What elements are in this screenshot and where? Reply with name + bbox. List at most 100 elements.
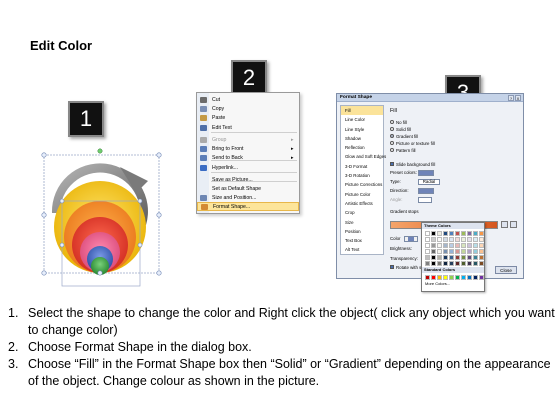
color-swatch[interactable] — [467, 275, 472, 280]
color-swatch[interactable] — [473, 249, 478, 254]
color-swatch[interactable] — [455, 237, 460, 242]
color-swatch[interactable] — [437, 231, 442, 236]
color-swatch[interactable] — [431, 261, 436, 266]
add-stop-button[interactable] — [501, 221, 508, 228]
slide-background-checkbox[interactable]: Slide background fill — [390, 161, 435, 167]
color-swatch[interactable] — [431, 275, 436, 280]
nav-item-position[interactable]: Position — [341, 227, 383, 236]
more-colors-option[interactable]: More Colors... — [422, 281, 484, 286]
color-swatch[interactable] — [425, 237, 430, 242]
fill-option-picture-or-texture-fill[interactable]: Picture or texture fill — [390, 140, 435, 146]
color-swatch[interactable] — [455, 261, 460, 266]
color-swatch[interactable] — [443, 237, 448, 242]
color-swatch[interactable] — [443, 255, 448, 260]
menu-item-copy[interactable]: Copy — [197, 104, 299, 113]
color-swatch[interactable] — [479, 275, 484, 280]
angle-input[interactable] — [418, 196, 432, 203]
color-swatch[interactable] — [479, 261, 484, 266]
color-swatch[interactable] — [425, 249, 430, 254]
color-swatch[interactable] — [473, 275, 478, 280]
color-swatch[interactable] — [455, 249, 460, 254]
color-swatch[interactable] — [437, 237, 442, 242]
color-swatch[interactable] — [461, 255, 466, 260]
color-swatch[interactable] — [455, 231, 460, 236]
color-swatch[interactable] — [431, 243, 436, 248]
menu-item-paste[interactable]: Paste — [197, 113, 299, 122]
nav-item-picture-corrections[interactable]: Picture Corrections — [341, 180, 383, 189]
nav-item-glow-and-soft-edges[interactable]: Glow and Soft Edges — [341, 152, 386, 161]
close-button[interactable]: Close — [495, 266, 517, 274]
nav-item-picture-color[interactable]: Picture Color — [341, 190, 383, 199]
color-swatch[interactable] — [467, 255, 472, 260]
color-swatch[interactable] — [443, 261, 448, 266]
color-swatch[interactable] — [443, 249, 448, 254]
nav-item-size[interactable]: Size — [341, 218, 383, 227]
fill-option-gradient-fill[interactable]: Gradient fill — [390, 133, 418, 139]
color-swatch[interactable] — [431, 255, 436, 260]
menu-item-size-and-position[interactable]: Size and Position... — [197, 193, 299, 202]
color-swatch[interactable] — [449, 237, 454, 242]
color-swatch[interactable] — [467, 231, 472, 236]
color-swatch[interactable] — [443, 231, 448, 236]
color-swatch[interactable] — [449, 261, 454, 266]
remove-stop-button[interactable] — [510, 221, 517, 228]
concentric-circles-shape[interactable] — [38, 145, 163, 290]
color-dropdown[interactable] — [404, 235, 418, 242]
nav-item-fill[interactable]: Fill — [341, 106, 383, 116]
color-swatch[interactable] — [473, 237, 478, 242]
color-swatch[interactable] — [479, 237, 484, 242]
color-swatch[interactable] — [461, 243, 466, 248]
color-swatch[interactable] — [431, 237, 436, 242]
color-swatch[interactable] — [449, 243, 454, 248]
menu-item-group[interactable]: Group ▸ — [197, 135, 299, 144]
color-swatch[interactable] — [461, 261, 466, 266]
type-dropdown[interactable]: Radial — [418, 178, 440, 185]
menu-item-bring-to-front[interactable]: Bring to Front ▸ — [197, 144, 299, 153]
color-swatch[interactable] — [467, 261, 472, 266]
color-swatch[interactable] — [479, 249, 484, 254]
color-swatch[interactable] — [431, 231, 436, 236]
color-swatch[interactable] — [479, 231, 484, 236]
color-swatch[interactable] — [425, 275, 430, 280]
help-button[interactable]: ? — [508, 95, 514, 101]
fill-option-no-fill[interactable]: No fill — [390, 119, 407, 125]
color-swatch[interactable] — [449, 255, 454, 260]
nav-item-line-color[interactable]: Line Color — [341, 115, 383, 124]
nav-item-reflection[interactable]: Reflection — [341, 143, 383, 152]
menu-item-hyperlink[interactable]: Hyperlink... — [197, 163, 299, 172]
color-swatch[interactable] — [473, 261, 478, 266]
fill-option-solid-fill[interactable]: Solid fill — [390, 126, 411, 132]
color-swatch[interactable] — [461, 275, 466, 280]
nav-item-text-box[interactable]: Text Box — [341, 236, 383, 245]
color-swatch[interactable] — [443, 243, 448, 248]
nav-item-3-d-format[interactable]: 3-D Format — [341, 162, 383, 171]
color-swatch[interactable] — [437, 255, 442, 260]
color-swatch[interactable] — [425, 231, 430, 236]
nav-item-line-style[interactable]: Line Style — [341, 125, 383, 134]
color-swatch[interactable] — [449, 249, 454, 254]
menu-item-cut[interactable]: Cut — [197, 95, 299, 104]
color-swatch[interactable] — [473, 243, 478, 248]
color-swatch[interactable] — [437, 249, 442, 254]
color-swatch[interactable] — [479, 243, 484, 248]
color-swatch[interactable] — [467, 243, 472, 248]
menu-item-save-as-picture[interactable]: Save as Picture... — [197, 175, 299, 184]
color-swatch[interactable] — [479, 255, 484, 260]
nav-item-alt-text[interactable]: Alt Text — [341, 245, 383, 254]
color-swatch[interactable] — [467, 249, 472, 254]
color-swatch[interactable] — [425, 255, 430, 260]
nav-item-shadow[interactable]: Shadow — [341, 134, 383, 143]
color-swatch[interactable] — [455, 255, 460, 260]
color-swatch[interactable] — [449, 231, 454, 236]
color-swatch[interactable] — [449, 275, 454, 280]
nav-item-crop[interactable]: Crop — [341, 208, 383, 217]
color-swatch[interactable] — [461, 237, 466, 242]
close-icon[interactable]: X — [515, 95, 521, 101]
menu-item-format-shape[interactable]: Format Shape... — [197, 202, 299, 211]
color-swatch[interactable] — [425, 261, 430, 266]
color-swatch[interactable] — [455, 243, 460, 248]
color-swatch[interactable] — [425, 243, 430, 248]
direction-dropdown[interactable] — [418, 187, 434, 194]
color-swatch[interactable] — [461, 231, 466, 236]
color-swatch[interactable] — [467, 237, 472, 242]
